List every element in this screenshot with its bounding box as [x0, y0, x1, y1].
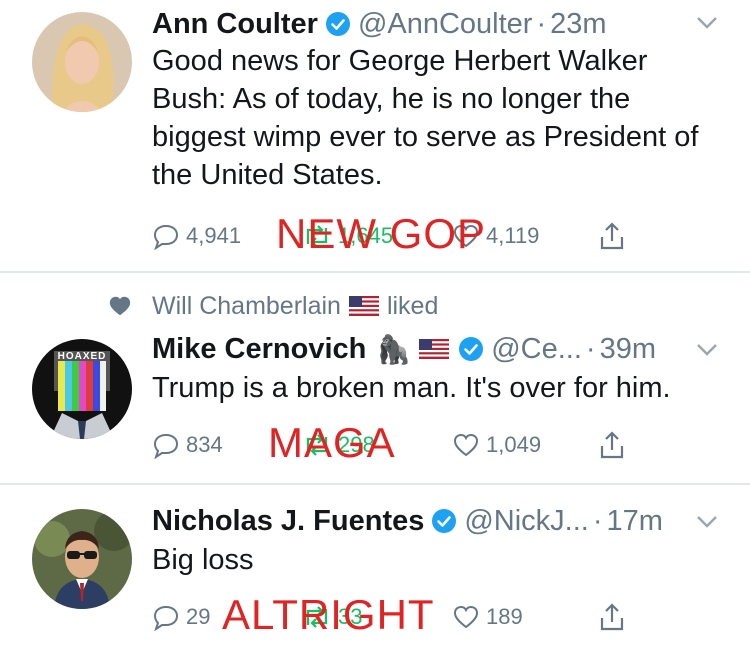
share-button[interactable] — [598, 216, 632, 256]
verified-badge-icon — [432, 509, 457, 533]
display-name[interactable]: Ann Coulter — [152, 8, 318, 41]
separator-dot: · — [536, 7, 547, 40]
reply-button[interactable]: 29 — [152, 597, 210, 637]
handle[interactable]: @Ce... — [491, 333, 582, 366]
tweet-actions: 4,941 1,645 4,119 NEW GOP — [152, 210, 632, 257]
heart-icon — [453, 433, 479, 457]
tweet-header: Ann Coulter @AnnCoulter · 23m — [152, 4, 607, 44]
reply-count: 834 — [186, 432, 223, 457]
like-count: 189 — [486, 604, 523, 629]
overlay-caption: NEW GOP — [276, 210, 487, 257]
handle[interactable]: @NickJ... — [464, 505, 589, 538]
tweet-text: Big loss — [152, 544, 254, 576]
handle[interactable]: @AnnCoulter — [358, 8, 533, 41]
liked-label: liked — [386, 291, 439, 320]
reply-count: 29 — [186, 604, 211, 629]
timestamp[interactable]: 17m — [607, 505, 663, 538]
liked-by-name[interactable]: Will Chamberlain — [152, 292, 341, 321]
avatar[interactable] — [32, 509, 132, 609]
overlay-caption: ALTRIGHT — [222, 591, 435, 638]
timestamp[interactable]: 23m — [550, 8, 606, 41]
tweet-mike-cernovich[interactable]: Will Chamberlain liked HOAXED Mike Cerno… — [0, 273, 750, 483]
like-count: 1,049 — [486, 432, 542, 457]
chevron-down-icon[interactable] — [696, 16, 718, 30]
reply-icon — [153, 224, 179, 250]
like-button[interactable]: 189 — [452, 597, 523, 637]
tweet-nicholas-fuentes[interactable]: Nicholas J. Fuentes @NickJ... · 17m Big … — [0, 485, 750, 653]
share-icon — [600, 222, 624, 250]
chevron-down-icon[interactable] — [696, 343, 718, 357]
heart-icon — [453, 605, 479, 629]
chevron-down-icon[interactable] — [696, 515, 718, 529]
share-button[interactable] — [598, 597, 632, 637]
avatar[interactable] — [32, 12, 132, 112]
us-flag-icon — [348, 296, 379, 316]
share-icon — [600, 431, 624, 459]
tweet-text: Good news for George Herbert Walker Bush… — [152, 45, 699, 191]
like-count: 4,119 — [486, 223, 540, 248]
tweet-actions: 29 33 189 ALTRIGHT — [152, 591, 632, 638]
reply-icon — [153, 433, 179, 459]
tweet-ann-coulter[interactable]: Ann Coulter @AnnCoulter · 23m Good news … — [0, 0, 750, 272]
tweet-text: Trump is a broken man. It's over for him… — [152, 372, 671, 404]
reply-button[interactable]: 834 — [152, 425, 223, 465]
reply-icon — [153, 605, 179, 631]
avatar-caption: HOAXED — [58, 351, 107, 362]
verified-badge-icon — [459, 337, 484, 361]
verified-badge-icon — [325, 12, 350, 36]
separator-dot: · — [585, 332, 596, 365]
tweet-header: Nicholas J. Fuentes @NickJ... · 17m — [152, 501, 663, 541]
reply-button[interactable]: 4,941 — [152, 216, 241, 256]
share-button[interactable] — [598, 425, 632, 465]
share-icon — [600, 603, 624, 631]
timestamp[interactable]: 39m — [600, 333, 656, 366]
display-name[interactable]: Nicholas J. Fuentes — [152, 505, 424, 538]
heart-filled-icon — [109, 296, 131, 316]
social-context: Will Chamberlain liked — [108, 289, 438, 323]
overlay-caption: MAGA — [268, 419, 396, 466]
separator-dot: · — [592, 504, 603, 537]
us-flag-icon — [419, 339, 450, 359]
gorilla-emoji: 🦍 — [376, 333, 412, 365]
tweet-actions: 834 298 1,049 MAGA — [152, 419, 632, 466]
display-name[interactable]: Mike Cernovich — [152, 333, 366, 366]
reply-count: 4,941 — [186, 223, 242, 248]
avatar[interactable]: HOAXED — [32, 339, 132, 439]
like-button[interactable]: 1,049 — [452, 425, 541, 465]
tweet-header: Mike Cernovich 🦍 @Ce... · 39m — [152, 329, 656, 369]
